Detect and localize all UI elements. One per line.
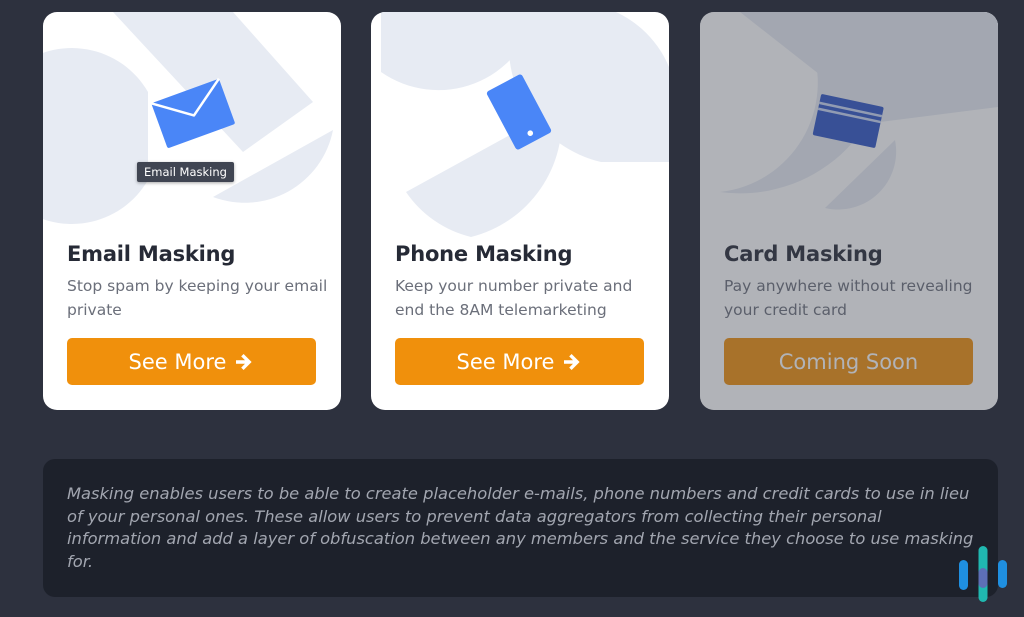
phone-masking-illustration — [381, 12, 669, 237]
card-description: Stop spam by keeping your email private — [67, 277, 328, 319]
masking-info-box: Masking enables users to be able to crea… — [43, 459, 998, 597]
envelope-icon — [150, 78, 235, 148]
brand-logo-icon — [959, 546, 1007, 602]
coming-soon-button: Coming Soon — [724, 338, 973, 385]
email-see-more-button[interactable]: See More — [67, 338, 316, 385]
arrow-right-icon — [234, 352, 254, 372]
masking-info-text: Masking enables users to be able to crea… — [67, 484, 974, 571]
card-masking-illustration — [720, 12, 998, 210]
card-title: Card Masking — [724, 242, 883, 266]
phone-see-more-button[interactable]: See More — [395, 338, 644, 385]
arrow-right-icon — [562, 352, 582, 372]
button-label: See More — [456, 349, 555, 374]
card-description: Pay anywhere without revealing your cred… — [724, 277, 973, 319]
card-title: Email Masking — [67, 242, 236, 266]
card-masking-card: Card Masking Pay anywhere without reveal… — [700, 12, 998, 410]
email-masking-card: Email Masking Stop spam by keeping your … — [43, 12, 341, 410]
email-masking-tooltip: Email Masking — [137, 162, 234, 182]
card-title: Phone Masking — [395, 242, 573, 266]
button-label: Coming Soon — [778, 349, 919, 374]
email-masking-illustration — [43, 12, 333, 224]
card-description: Keep your number private and end the 8AM… — [395, 277, 633, 319]
phone-masking-card: Phone Masking Keep your number private a… — [371, 12, 669, 410]
button-label: See More — [128, 349, 227, 374]
